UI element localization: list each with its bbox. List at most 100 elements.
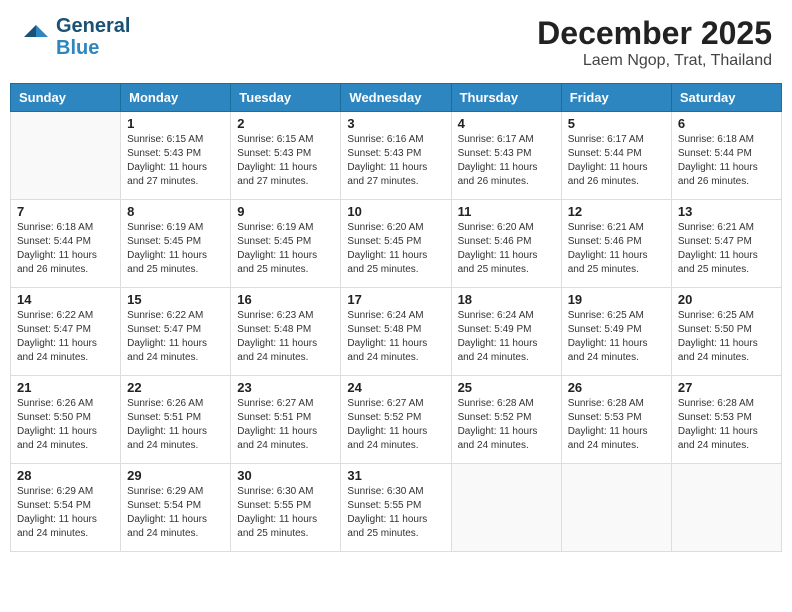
cell-info: Sunrise: 6:26 AMSunset: 5:51 PMDaylight:… — [127, 397, 224, 453]
calendar-cell: 20Sunrise: 6:25 AMSunset: 5:50 PMDayligh… — [671, 288, 781, 376]
week-row-2: 14 Sunrise: 6:22 AMSunset: 5:47 PMDayligh… — [11, 288, 782, 376]
calendar-table: SundayMondayTuesdayWednesdayThursdayFrid… — [10, 83, 782, 552]
cell-info: Sunrise: 6:19 AMSunset: 5:45 PMDaylight:… — [127, 221, 224, 277]
logo: General Blue — [20, 15, 130, 59]
calendar-cell — [561, 464, 671, 552]
day-number: 26 — [568, 380, 665, 395]
calendar-cell: 12 Sunrise: 6:21 AMSunset: 5:46 PMDayligh… — [561, 200, 671, 288]
day-number: 16 — [237, 292, 334, 307]
calendar-cell: 8Sunrise: 6:19 AMSunset: 5:45 PMDaylight… — [121, 200, 231, 288]
cell-info: Sunrise: 6:24 AMSunset: 5:48 PMDaylight:… — [347, 309, 444, 365]
cell-info: Sunrise: 6:20 AMSunset: 5:45 PMDaylight:… — [347, 221, 444, 277]
calendar-cell: 30 Sunrise: 6:30 AMSunset: 5:55 PMDayligh… — [231, 464, 341, 552]
col-header-wednesday: Wednesday — [341, 84, 451, 112]
cell-info: Sunrise: 6:15 AMSunset: 5:43 PMDaylight:… — [127, 133, 224, 189]
week-row-3: 21 Sunrise: 6:26 AMSunset: 5:50 PMDayligh… — [11, 376, 782, 464]
day-number: 13 — [678, 204, 775, 219]
day-number: 18 — [458, 292, 555, 307]
day-number: 9 — [237, 204, 334, 219]
col-header-saturday: Saturday — [671, 84, 781, 112]
calendar-header-row: SundayMondayTuesdayWednesdayThursdayFrid… — [11, 84, 782, 112]
cell-info: Sunrise: 6:29 AMSunset: 5:54 PMDaylight:… — [127, 485, 224, 541]
calendar-cell: 6 Sunrise: 6:18 AMSunset: 5:44 PMDaylight… — [671, 112, 781, 200]
cell-info: Sunrise: 6:20 AMSunset: 5:46 PMDaylight:… — [458, 221, 555, 277]
day-number: 28 — [17, 468, 114, 483]
location-subtitle: Laem Ngop, Trat, Thailand — [537, 52, 772, 70]
day-number: 24 — [347, 380, 444, 395]
cell-info: Sunrise: 6:28 AMSunset: 5:53 PMDaylight:… — [678, 397, 775, 453]
day-number: 25 — [458, 380, 555, 395]
day-number: 17 — [347, 292, 444, 307]
calendar-cell — [11, 112, 121, 200]
cell-info: Sunrise: 6:29 AMSunset: 5:54 PMDaylight:… — [17, 485, 114, 541]
day-number: 20 — [678, 292, 775, 307]
calendar-cell: 15 Sunrise: 6:22 AMSunset: 5:47 PMDayligh… — [121, 288, 231, 376]
day-number: 4 — [458, 116, 555, 131]
calendar-cell: 23Sunrise: 6:27 AMSunset: 5:51 PMDayligh… — [231, 376, 341, 464]
col-header-thursday: Thursday — [451, 84, 561, 112]
day-number: 10 — [347, 204, 444, 219]
calendar-cell: 5 Sunrise: 6:17 AMSunset: 5:44 PMDaylight… — [561, 112, 671, 200]
calendar-cell: 4 Sunrise: 6:17 AMSunset: 5:43 PMDaylight… — [451, 112, 561, 200]
calendar-cell: 1 Sunrise: 6:15 AMSunset: 5:43 PMDaylight… — [121, 112, 231, 200]
cell-info: Sunrise: 6:27 AMSunset: 5:52 PMDaylight:… — [347, 397, 444, 453]
calendar-cell — [671, 464, 781, 552]
cell-info: Sunrise: 6:26 AMSunset: 5:50 PMDaylight:… — [17, 397, 114, 453]
cell-info: Sunrise: 6:18 AMSunset: 5:44 PMDaylight:… — [678, 133, 775, 189]
calendar-cell: 28 Sunrise: 6:29 AMSunset: 5:54 PMDayligh… — [11, 464, 121, 552]
cell-info: Sunrise: 6:23 AMSunset: 5:48 PMDaylight:… — [237, 309, 334, 365]
logo-general: General — [56, 15, 130, 37]
day-number: 1 — [127, 116, 224, 131]
day-number: 11 — [458, 204, 555, 219]
calendar-cell: 19Sunrise: 6:25 AMSunset: 5:49 PMDayligh… — [561, 288, 671, 376]
day-number: 7 — [17, 204, 114, 219]
cell-info: Sunrise: 6:28 AMSunset: 5:52 PMDaylight:… — [458, 397, 555, 453]
cell-info: Sunrise: 6:22 AMSunset: 5:47 PMDaylight:… — [17, 309, 114, 365]
month-year-title: December 2025 — [537, 15, 772, 52]
day-number: 21 — [17, 380, 114, 395]
col-header-sunday: Sunday — [11, 84, 121, 112]
calendar-cell: 31Sunrise: 6:30 AMSunset: 5:55 PMDayligh… — [341, 464, 451, 552]
day-number: 14 — [17, 292, 114, 307]
day-number: 30 — [237, 468, 334, 483]
cell-info: Sunrise: 6:17 AMSunset: 5:43 PMDaylight:… — [458, 133, 555, 189]
calendar-cell: 9 Sunrise: 6:19 AMSunset: 5:45 PMDaylight… — [231, 200, 341, 288]
col-header-tuesday: Tuesday — [231, 84, 341, 112]
day-number: 15 — [127, 292, 224, 307]
cell-info: Sunrise: 6:19 AMSunset: 5:45 PMDaylight:… — [237, 221, 334, 277]
week-row-1: 7Sunrise: 6:18 AMSunset: 5:44 PMDaylight… — [11, 200, 782, 288]
day-number: 29 — [127, 468, 224, 483]
calendar-cell: 3 Sunrise: 6:16 AMSunset: 5:43 PMDaylight… — [341, 112, 451, 200]
cell-info: Sunrise: 6:25 AMSunset: 5:49 PMDaylight:… — [568, 309, 665, 365]
week-row-4: 28 Sunrise: 6:29 AMSunset: 5:54 PMDayligh… — [11, 464, 782, 552]
cell-info: Sunrise: 6:28 AMSunset: 5:53 PMDaylight:… — [568, 397, 665, 453]
cell-info: Sunrise: 6:16 AMSunset: 5:43 PMDaylight:… — [347, 133, 444, 189]
day-number: 2 — [237, 116, 334, 131]
cell-info: Sunrise: 6:30 AMSunset: 5:55 PMDaylight:… — [347, 485, 444, 541]
calendar-cell: 18Sunrise: 6:24 AMSunset: 5:49 PMDayligh… — [451, 288, 561, 376]
calendar-cell: 29 Sunrise: 6:29 AMSunset: 5:54 PMDayligh… — [121, 464, 231, 552]
col-header-monday: Monday — [121, 84, 231, 112]
day-number: 22 — [127, 380, 224, 395]
calendar-cell: 27Sunrise: 6:28 AMSunset: 5:53 PMDayligh… — [671, 376, 781, 464]
calendar-cell: 10 Sunrise: 6:20 AMSunset: 5:45 PMDayligh… — [341, 200, 451, 288]
cell-info: Sunrise: 6:21 AMSunset: 5:47 PMDaylight:… — [678, 221, 775, 277]
day-number: 5 — [568, 116, 665, 131]
cell-info: Sunrise: 6:30 AMSunset: 5:55 PMDaylight:… — [237, 485, 334, 541]
cell-info: Sunrise: 6:21 AMSunset: 5:46 PMDaylight:… — [568, 221, 665, 277]
calendar-cell: 17 Sunrise: 6:24 AMSunset: 5:48 PMDayligh… — [341, 288, 451, 376]
title-block: December 2025 Laem Ngop, Trat, Thailand — [537, 15, 772, 70]
calendar-cell: 24 Sunrise: 6:27 AMSunset: 5:52 PMDayligh… — [341, 376, 451, 464]
day-number: 12 — [568, 204, 665, 219]
day-number: 6 — [678, 116, 775, 131]
cell-info: Sunrise: 6:17 AMSunset: 5:44 PMDaylight:… — [568, 133, 665, 189]
calendar-cell: 2 Sunrise: 6:15 AMSunset: 5:43 PMDaylight… — [231, 112, 341, 200]
logo-blue: Blue — [56, 37, 130, 59]
calendar-cell: 25 Sunrise: 6:28 AMSunset: 5:52 PMDayligh… — [451, 376, 561, 464]
day-number: 3 — [347, 116, 444, 131]
cell-info: Sunrise: 6:22 AMSunset: 5:47 PMDaylight:… — [127, 309, 224, 365]
calendar-cell — [451, 464, 561, 552]
cell-info: Sunrise: 6:15 AMSunset: 5:43 PMDaylight:… — [237, 133, 334, 189]
day-number: 23 — [237, 380, 334, 395]
calendar-cell: 7Sunrise: 6:18 AMSunset: 5:44 PMDaylight… — [11, 200, 121, 288]
